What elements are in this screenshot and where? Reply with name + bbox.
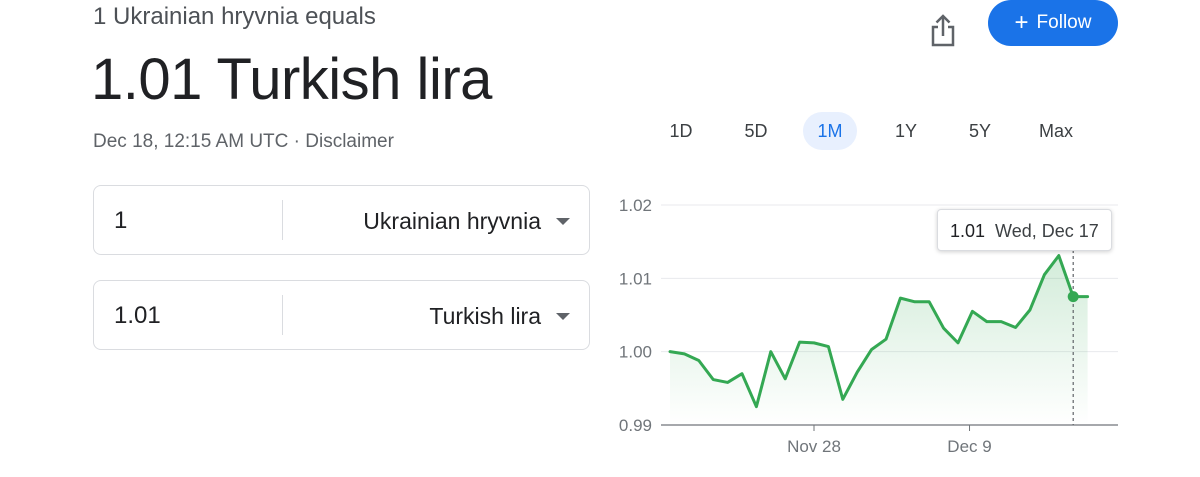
y-tick-label: 1.01: [619, 269, 652, 288]
tooltip-date: Wed, Dec 17: [995, 221, 1099, 241]
y-tick-label: 1.00: [619, 343, 652, 362]
x-tick-label: Nov 28: [787, 437, 841, 456]
y-tick-label: 0.99: [619, 416, 652, 435]
tooltip-value: 1.01: [950, 221, 986, 241]
series-area: [670, 255, 1088, 425]
x-tick-label: Dec 9: [947, 437, 991, 456]
hover-point: [1067, 291, 1079, 303]
y-tick-label: 1.02: [619, 196, 652, 215]
chart-tooltip: 1.01 Wed, Dec 17: [937, 209, 1112, 251]
